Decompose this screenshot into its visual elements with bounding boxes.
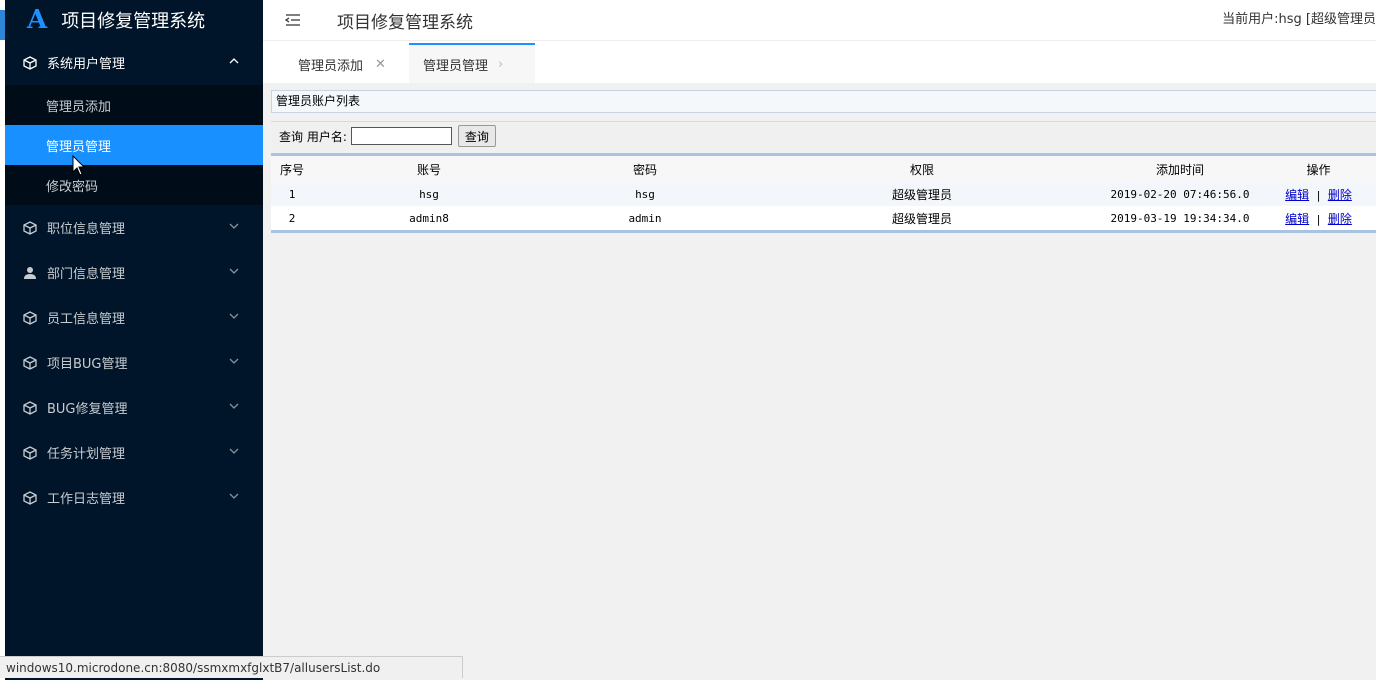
mouse-cursor-icon xyxy=(72,155,86,176)
delete-link[interactable]: 删除 xyxy=(1328,212,1352,226)
sidebar-group-system-users[interactable]: 系统用户管理 xyxy=(5,40,263,85)
sidebar-group-employees[interactable]: 员工信息管理 xyxy=(5,295,263,340)
chevron-down-icon xyxy=(229,310,239,320)
sidebar-group-label: 工作日志管理 xyxy=(47,492,126,507)
chevron-down-icon xyxy=(229,265,239,275)
cell-actions: 编辑 | 删除 xyxy=(1261,206,1376,230)
edit-link[interactable]: 编辑 xyxy=(1285,212,1309,226)
chevron-down-icon xyxy=(229,490,239,500)
sidebar-item-admin-manage[interactable]: 管理员管理 xyxy=(5,125,263,165)
top-header: 项目修复管理系统 当前用户:hsg [超级管理员 xyxy=(263,0,1376,40)
cell-actions: 编辑 | 删除 xyxy=(1261,182,1376,206)
sidebar-group-label: 员工信息管理 xyxy=(47,312,126,327)
chevron-down-icon xyxy=(229,445,239,455)
search-label: 查询 用户名: xyxy=(279,129,347,144)
table-row: 2 admin8 admin 超级管理员 2019-03-19 19:34:34… xyxy=(271,206,1376,230)
tab-label: 管理员管理 xyxy=(423,58,489,74)
panel-title: 管理员账户列表 xyxy=(271,90,1376,113)
cell-role: 超级管理员 xyxy=(745,182,1099,206)
sidebar-group-work-logs[interactable]: 工作日志管理 xyxy=(5,475,263,520)
admin-table: 序号 账号 密码 权限 添加时间 操作 1 hsg hsg 超级管理员 2019… xyxy=(271,156,1376,230)
edit-link[interactable]: 编辑 xyxy=(1285,188,1309,202)
delete-link[interactable]: 删除 xyxy=(1328,188,1352,202)
sidebar-submenu: 管理员添加 管理员管理 修改密码 xyxy=(5,85,263,205)
cell-account: admin8 xyxy=(409,211,449,225)
cell-account: hsg xyxy=(313,182,545,206)
sidebar-group-label: 项目BUG管理 xyxy=(47,357,128,372)
chevron-right-icon[interactable]: › xyxy=(498,57,503,72)
cube-icon xyxy=(23,55,37,70)
username-search-input[interactable] xyxy=(350,127,452,145)
cell-role: 超级管理员 xyxy=(891,211,952,226)
sidebar: A 项目修复管理系统 系统用户管理 管理员添加 管理员管理 修改密码 职位信息管… xyxy=(5,0,263,680)
sidebar-group-task-plans[interactable]: 任务计划管理 xyxy=(5,430,263,475)
current-user-info[interactable]: 当前用户:hsg [超级管理员 xyxy=(1222,8,1376,27)
browser-status-url: windows10.microdone.cn:8080/ssmxmxfglxtB… xyxy=(0,656,463,678)
cube-icon xyxy=(23,220,37,235)
cube-icon xyxy=(23,400,37,415)
col-header-no: 序号 xyxy=(271,156,313,182)
page-title: 项目修复管理系统 xyxy=(337,12,473,33)
admin-table-container: 序号 账号 密码 权限 添加时间 操作 1 hsg hsg 超级管理员 2019… xyxy=(271,153,1376,233)
app-logo-icon: A xyxy=(27,5,48,35)
cell-password: hsg xyxy=(545,182,745,206)
cube-icon xyxy=(23,310,37,325)
sidebar-group-label: 职位信息管理 xyxy=(47,222,126,237)
action-separator: | xyxy=(1315,212,1322,226)
col-header-time: 添加时间 xyxy=(1099,156,1261,182)
action-separator: | xyxy=(1315,188,1322,202)
cell-no: 2 xyxy=(288,211,296,225)
sidebar-item-change-password[interactable]: 修改密码 xyxy=(5,165,263,205)
cell-time: 2019-03-19 19:34:34.0 xyxy=(1110,211,1250,225)
main-content: 管理员账户列表 查询 用户名: 查询 序号 账号 密码 权限 添加时间 操作 1… xyxy=(271,90,1376,233)
cell-time: 2019-02-20 07:46:56.0 xyxy=(1099,182,1261,206)
cube-icon xyxy=(23,355,37,370)
cube-icon xyxy=(23,445,37,460)
sidebar-group-label: BUG修复管理 xyxy=(47,402,128,417)
sidebar-group-label: 系统用户管理 xyxy=(47,57,126,72)
cube-icon xyxy=(23,490,37,505)
table-header-row: 序号 账号 密码 权限 添加时间 操作 xyxy=(271,156,1376,182)
cell-no: 1 xyxy=(271,182,313,206)
close-icon[interactable]: ✕ xyxy=(375,57,386,72)
search-bar: 查询 用户名: 查询 xyxy=(271,121,1376,150)
user-icon xyxy=(23,266,37,280)
sidebar-item-admin-add[interactable]: 管理员添加 xyxy=(5,85,263,125)
sidebar-group-positions[interactable]: 职位信息管理 xyxy=(5,205,263,250)
col-header-role: 权限 xyxy=(745,156,1099,182)
sidebar-group-project-bugs[interactable]: 项目BUG管理 xyxy=(5,340,263,385)
col-header-actions: 操作 xyxy=(1261,156,1376,182)
table-row: 1 hsg hsg 超级管理员 2019-02-20 07:46:56.0 编辑… xyxy=(271,182,1376,206)
tab-bar: 管理员添加 ✕ 管理员管理 › xyxy=(263,40,1376,83)
col-header-account: 账号 xyxy=(313,156,545,182)
tab-admin-manage[interactable]: 管理员管理 › xyxy=(409,43,535,83)
chevron-down-icon xyxy=(229,220,239,230)
chevron-down-icon xyxy=(229,400,239,410)
chevron-up-icon xyxy=(229,55,239,65)
col-header-password: 密码 xyxy=(545,156,745,182)
search-button[interactable]: 查询 xyxy=(457,125,496,147)
tab-label: 管理员添加 xyxy=(298,58,364,74)
sidebar-group-departments[interactable]: 部门信息管理 xyxy=(5,250,263,295)
chevron-down-icon xyxy=(229,355,239,365)
app-logo-area: A 项目修复管理系统 xyxy=(5,0,263,40)
sidebar-group-bug-fixes[interactable]: BUG修复管理 xyxy=(5,385,263,430)
menu-toggle-icon[interactable] xyxy=(283,10,303,30)
tab-admin-add[interactable]: 管理员添加 ✕ xyxy=(298,45,386,83)
cell-password: admin xyxy=(628,211,662,225)
app-title: 项目修复管理系统 xyxy=(61,11,206,32)
sidebar-group-label: 任务计划管理 xyxy=(47,447,126,462)
sidebar-group-label: 部门信息管理 xyxy=(47,267,126,282)
